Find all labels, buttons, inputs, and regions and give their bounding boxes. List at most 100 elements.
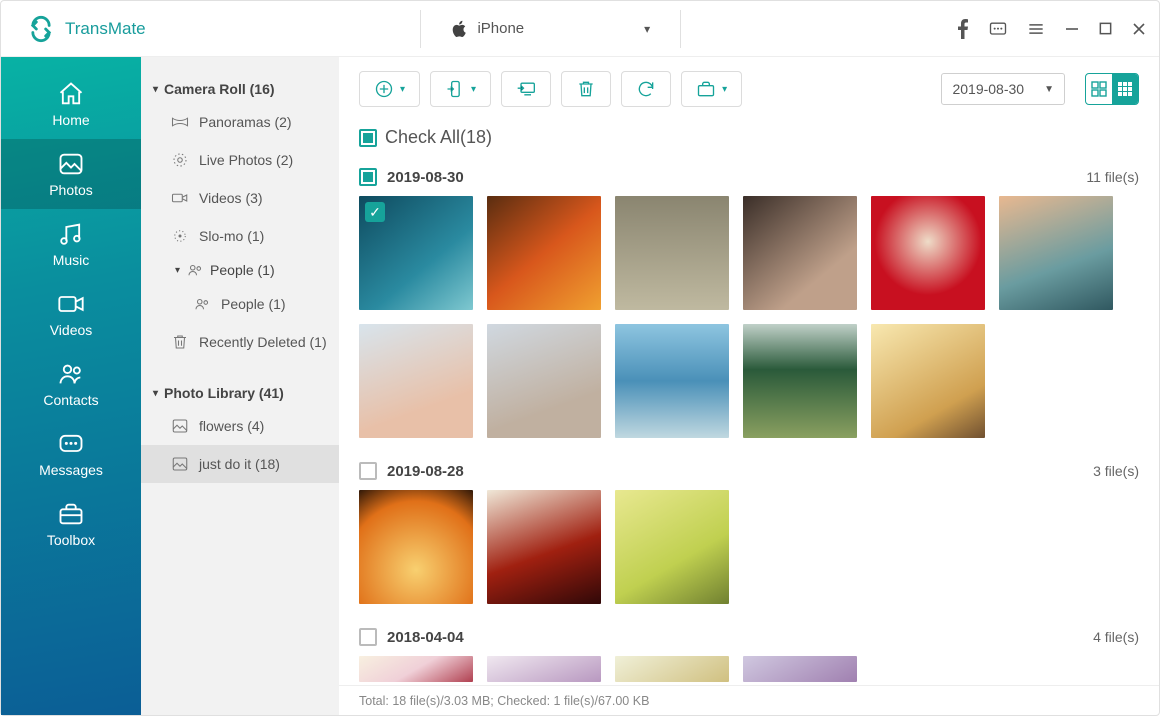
view-small-grid[interactable] xyxy=(1112,74,1138,104)
photo-thumbnail[interactable] xyxy=(743,656,857,682)
group-count: 4 file(s) xyxy=(1093,629,1139,645)
trash-icon xyxy=(576,79,596,99)
photo-thumbnail[interactable] xyxy=(487,490,601,604)
add-button[interactable]: ▾ xyxy=(359,71,420,107)
tree-flowers[interactable]: flowers (4) xyxy=(141,407,339,445)
status-bar: Total: 18 file(s)/3.03 MB; Checked: 1 fi… xyxy=(339,685,1159,715)
nav-label: Contacts xyxy=(43,392,98,408)
group-date: 2019-08-28 xyxy=(387,463,464,480)
tree-live-photos[interactable]: Live Photos (2) xyxy=(141,141,339,179)
photo-thumbnail[interactable]: ✓ xyxy=(359,196,473,310)
apple-icon xyxy=(451,20,467,38)
photo-thumbnail[interactable] xyxy=(871,196,985,310)
export-to-device-button[interactable]: ▾ xyxy=(430,71,491,107)
nav-photos[interactable]: Photos xyxy=(1,139,141,209)
tree-label: Photo Library (41) xyxy=(164,385,284,401)
tree-people-child[interactable]: People (1) xyxy=(163,285,339,323)
tree-label: just do it (18) xyxy=(199,456,280,472)
photo-thumbnail[interactable] xyxy=(487,196,601,310)
status-text: Total: 18 file(s)/3.03 MB; Checked: 1 fi… xyxy=(359,694,649,708)
nav-music[interactable]: Music xyxy=(1,209,141,279)
image-icon xyxy=(171,417,189,435)
view-large-grid[interactable] xyxy=(1086,74,1112,104)
date-group-header[interactable]: 2018-04-04 4 file(s) xyxy=(359,622,1139,656)
minimize-icon[interactable] xyxy=(1064,21,1080,37)
nav-label: Home xyxy=(52,112,89,128)
photo-thumbnail[interactable] xyxy=(487,324,601,438)
group-checkbox[interactable] xyxy=(359,462,377,480)
delete-button[interactable] xyxy=(561,71,611,107)
check-icon: ✓ xyxy=(365,202,385,222)
tree-people[interactable]: ▾ People (1) xyxy=(163,255,339,285)
nav-messages[interactable]: Messages xyxy=(1,419,141,489)
group-date: 2019-08-30 xyxy=(387,169,464,186)
export-to-pc-button[interactable] xyxy=(501,71,551,107)
photo-thumbnail[interactable] xyxy=(999,196,1113,310)
date-group-header[interactable]: 2019-08-28 3 file(s) xyxy=(359,456,1139,490)
trash-icon xyxy=(171,333,189,351)
nav-label: Videos xyxy=(50,322,93,338)
tree-panoramas[interactable]: Panoramas (2) xyxy=(141,103,339,141)
photo-thumbnail[interactable] xyxy=(615,324,729,438)
photo-thumbnail[interactable] xyxy=(359,490,473,604)
tree-videos[interactable]: Videos (3) xyxy=(141,179,339,217)
photo-thumbnail[interactable] xyxy=(615,490,729,604)
tree-just-do-it[interactable]: just do it (18) xyxy=(141,445,339,483)
chevron-down-icon: ▾ xyxy=(722,84,727,95)
nav-label: Toolbox xyxy=(47,532,95,548)
refresh-button[interactable] xyxy=(621,71,671,107)
device-selector[interactable]: iPhone ▾ xyxy=(420,10,681,48)
date-filter-dropdown[interactable]: 2019-08-30 ▼ xyxy=(941,73,1065,105)
tree-recently-deleted[interactable]: Recently Deleted (1) xyxy=(141,323,339,361)
primary-nav: Home Photos Music Videos Contacts Messag… xyxy=(1,57,141,715)
nav-label: Messages xyxy=(39,462,103,478)
group-count: 11 file(s) xyxy=(1086,169,1139,185)
maximize-icon[interactable] xyxy=(1098,21,1113,36)
grid-large-icon xyxy=(1091,81,1107,97)
close-icon[interactable] xyxy=(1131,21,1147,37)
plus-circle-icon xyxy=(374,79,394,99)
app-logo-icon xyxy=(27,15,55,43)
photo-thumbnail[interactable] xyxy=(615,196,729,310)
video-icon xyxy=(171,189,189,207)
nav-contacts[interactable]: Contacts xyxy=(1,349,141,419)
photo-thumbnail[interactable] xyxy=(615,656,729,682)
date-group-header[interactable]: 2019-08-30 11 file(s) xyxy=(359,162,1139,196)
tree-label: Slo-mo (1) xyxy=(199,228,264,244)
photo-thumbnail[interactable] xyxy=(743,196,857,310)
panorama-icon xyxy=(171,113,189,131)
photo-thumbnail[interactable] xyxy=(871,324,985,438)
tree-camera-roll[interactable]: ▾ Camera Roll (16) xyxy=(141,75,339,103)
chevron-down-icon: ▾ xyxy=(400,84,405,95)
toolbox-icon xyxy=(57,500,85,528)
group-checkbox[interactable] xyxy=(359,628,377,646)
menu-icon[interactable] xyxy=(1026,19,1046,39)
nav-toolbox[interactable]: Toolbox xyxy=(1,489,141,559)
folder-button[interactable]: ▾ xyxy=(681,71,742,107)
photo-thumbnail[interactable] xyxy=(359,656,473,682)
check-all-checkbox[interactable] xyxy=(359,129,377,147)
album-tree: ▾ Camera Roll (16) Panoramas (2) Live Ph… xyxy=(141,57,339,715)
export-pc-icon xyxy=(516,79,536,99)
facebook-icon[interactable] xyxy=(956,19,970,39)
group-checkbox[interactable] xyxy=(359,168,377,186)
briefcase-icon xyxy=(696,79,716,99)
nav-label: Photos xyxy=(49,182,93,198)
messages-icon xyxy=(57,430,85,458)
tree-label: People (1) xyxy=(210,262,275,278)
nav-videos[interactable]: Videos xyxy=(1,279,141,349)
photo-thumbnail[interactable] xyxy=(487,656,601,682)
photo-thumbnail[interactable] xyxy=(743,324,857,438)
app-name: TransMate xyxy=(65,19,146,39)
feedback-icon[interactable] xyxy=(988,19,1008,39)
photo-scroll-area[interactable]: 2019-08-30 11 file(s) ✓ 2019-08-28 xyxy=(339,162,1159,685)
caret-down-icon: ▼ xyxy=(1044,84,1054,95)
group-count: 3 file(s) xyxy=(1093,463,1139,479)
tree-slomo[interactable]: Slo-mo (1) xyxy=(141,217,339,255)
tree-photo-library[interactable]: ▾ Photo Library (41) xyxy=(141,379,339,407)
nav-home[interactable]: Home xyxy=(1,69,141,139)
image-icon xyxy=(171,455,189,473)
chevron-down-icon: ▾ xyxy=(644,22,650,36)
photo-thumbnail[interactable] xyxy=(359,324,473,438)
tree-label: People (1) xyxy=(221,296,286,312)
